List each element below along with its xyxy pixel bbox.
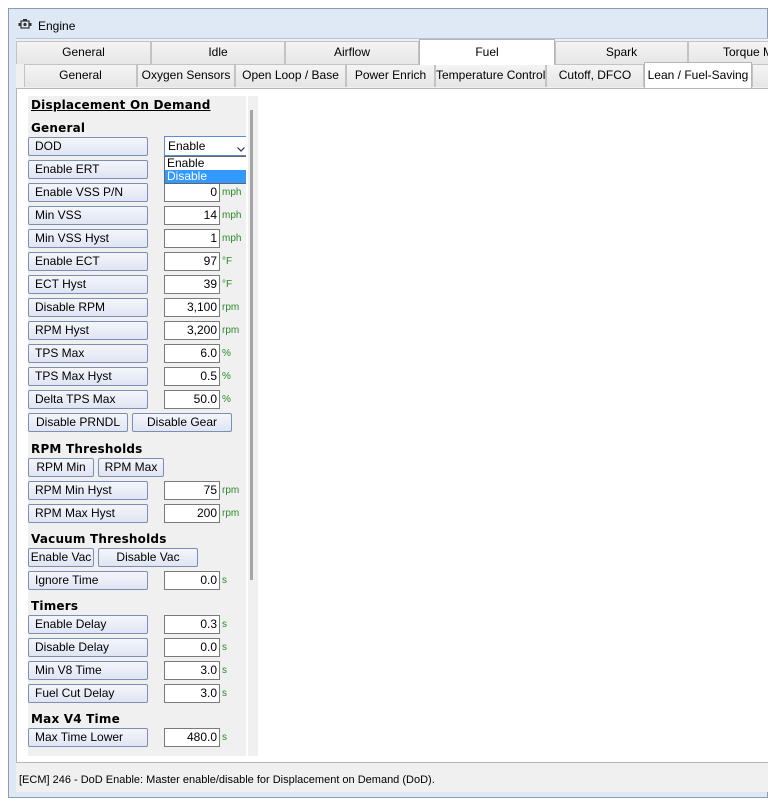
chevron-down-icon[interactable] xyxy=(236,141,246,152)
client-area: General Idle Airflow Fuel Spark Torque M… xyxy=(16,38,768,792)
dod-label-button[interactable]: DOD xyxy=(28,137,148,156)
tps-max-field[interactable]: 6.0 xyxy=(164,344,220,363)
timers-heading: Timers xyxy=(31,599,79,613)
disable-rpm-field[interactable]: 3,100 xyxy=(164,298,220,317)
tab-panel: Displacement On Demand General DOD Enabl… xyxy=(16,88,768,763)
fuel-cut-delay-button[interactable]: Fuel Cut Delay xyxy=(28,684,148,703)
disable-rpm-unit: rpm xyxy=(222,302,240,313)
enable-vss-pn-field[interactable]: 0 xyxy=(164,183,220,202)
engine-icon xyxy=(18,19,32,30)
rpm-max-hyst-button[interactable]: RPM Max Hyst xyxy=(28,504,148,523)
subtab-open-loop-base[interactable]: Open Loop / Base xyxy=(235,64,346,87)
ignore-time-unit: s xyxy=(222,575,227,586)
min-vss-unit: mph xyxy=(222,210,242,221)
ect-hyst-field[interactable]: 39 xyxy=(164,275,220,294)
subtab-general[interactable]: General xyxy=(24,64,137,87)
enable-ect-field[interactable]: 97 xyxy=(164,252,220,271)
disable-delay-field[interactable]: 0.0 xyxy=(164,638,220,657)
general-heading: General xyxy=(31,121,86,135)
tab-torque[interactable]: Torque Mo xyxy=(688,41,768,64)
tps-max-hyst-unit: % xyxy=(222,371,231,382)
fuel-cut-delay-unit: s xyxy=(222,688,227,699)
title-bar: Engine xyxy=(9,9,767,38)
min-vss-hyst-field[interactable]: 1 xyxy=(164,229,220,248)
rpm-thresholds-heading: RPM Thresholds xyxy=(31,442,143,456)
scrollbar-thumb[interactable] xyxy=(250,110,253,580)
enable-vac-button[interactable]: Enable Vac xyxy=(28,548,94,567)
max-time-lower-unit: s xyxy=(222,732,227,743)
max-v4-time-heading: Max V4 Time xyxy=(31,712,120,726)
tps-max-hyst-button[interactable]: TPS Max Hyst xyxy=(28,367,148,386)
tps-max-unit: % xyxy=(222,348,231,359)
ect-hyst-unit: °F xyxy=(222,279,233,290)
ignore-time-button[interactable]: Ignore Time xyxy=(28,571,148,590)
rpm-hyst-button[interactable]: RPM Hyst xyxy=(28,321,148,340)
rpm-max-hyst-unit: rpm xyxy=(222,508,240,519)
enable-ert-button[interactable]: Enable ERT xyxy=(28,160,148,179)
tab-fuel[interactable]: Fuel xyxy=(419,39,555,65)
ect-hyst-button[interactable]: ECT Hyst xyxy=(28,275,148,294)
subtab-overflow[interactable] xyxy=(752,64,768,87)
ignore-time-field[interactable]: 0.0 xyxy=(164,571,220,590)
enable-delay-unit: s xyxy=(222,619,227,630)
subtab-temperature-control[interactable]: Temperature Control xyxy=(435,64,546,87)
min-v8-time-button[interactable]: Min V8 Time xyxy=(28,661,148,680)
delta-tps-max-unit: % xyxy=(222,394,231,405)
main-tab-row: General Idle Airflow Fuel Spark Torque M… xyxy=(16,39,768,65)
disable-delay-unit: s xyxy=(222,642,227,653)
disable-rpm-button[interactable]: Disable RPM xyxy=(28,298,148,317)
tab-spark[interactable]: Spark xyxy=(555,41,688,64)
disable-gear-button[interactable]: Disable Gear xyxy=(132,413,232,432)
min-v8-time-unit: s xyxy=(222,665,227,676)
disable-delay-button[interactable]: Disable Delay xyxy=(28,638,148,657)
rpm-max-button[interactable]: RPM Max xyxy=(98,458,164,477)
vacuum-thresholds-heading: Vacuum Thresholds xyxy=(31,532,167,546)
rpm-hyst-unit: rpm xyxy=(222,325,240,336)
enable-vss-pn-unit: mph xyxy=(222,187,242,198)
status-bar: [ECM] 246 - DoD Enable: Master enable/di… xyxy=(16,769,768,791)
rpm-min-hyst-button[interactable]: RPM Min Hyst xyxy=(28,481,148,500)
rpm-hyst-field[interactable]: 3,200 xyxy=(164,321,220,340)
enable-delay-button[interactable]: Enable Delay xyxy=(28,615,148,634)
dod-select-value: Enable xyxy=(168,139,206,153)
tab-airflow[interactable]: Airflow xyxy=(285,41,419,64)
subtab-lean-fuel-saving[interactable]: Lean / Fuel-Saving xyxy=(644,62,752,88)
dod-settings-panel: Displacement On Demand General DOD Enabl… xyxy=(28,96,246,756)
max-time-lower-field[interactable]: 480.0 xyxy=(164,728,220,747)
subtab-power-enrich[interactable]: Power Enrich xyxy=(346,64,435,87)
tps-max-button[interactable]: TPS Max xyxy=(28,344,148,363)
enable-ect-unit: °F xyxy=(222,256,233,267)
subtab-oxygen-sensors[interactable]: Oxygen Sensors xyxy=(137,64,235,87)
rpm-min-hyst-unit: rpm xyxy=(222,485,240,496)
min-vss-field[interactable]: 14 xyxy=(164,206,220,225)
min-vss-button[interactable]: Min VSS xyxy=(28,206,148,225)
tps-max-hyst-field[interactable]: 0.5 xyxy=(164,367,220,386)
disable-vac-button[interactable]: Disable Vac xyxy=(98,548,198,567)
rpm-max-hyst-field[interactable]: 200 xyxy=(164,504,220,523)
min-v8-time-field[interactable]: 3.0 xyxy=(164,661,220,680)
window-title: Engine xyxy=(38,19,76,33)
vertical-scrollbar[interactable] xyxy=(248,96,258,756)
disable-prndl-button[interactable]: Disable PRNDL xyxy=(28,413,128,432)
max-time-lower-button[interactable]: Max Time Lower xyxy=(28,728,148,747)
rpm-min-button[interactable]: RPM Min xyxy=(28,458,94,477)
rpm-min-hyst-field[interactable]: 75 xyxy=(164,481,220,500)
tab-idle[interactable]: Idle xyxy=(151,41,285,64)
dod-option-disable[interactable]: Disable xyxy=(165,170,246,183)
fuel-cut-delay-field[interactable]: 3.0 xyxy=(164,684,220,703)
section-title: Displacement On Demand xyxy=(31,98,211,112)
subtab-cutoff-dfco[interactable]: Cutoff, DFCO xyxy=(546,64,644,87)
min-vss-hyst-button[interactable]: Min VSS Hyst xyxy=(28,229,148,248)
delta-tps-max-field[interactable]: 50.0 xyxy=(164,390,220,409)
enable-vss-pn-button[interactable]: Enable VSS P/N xyxy=(28,183,148,202)
dod-select[interactable]: Enable xyxy=(164,136,246,156)
fuel-subtab-row: General Oxygen Sensors Open Loop / Base … xyxy=(16,62,768,88)
engine-window: Engine General Idle Airflow Fuel Spark T… xyxy=(8,8,768,798)
enable-delay-field[interactable]: 0.3 xyxy=(164,615,220,634)
min-vss-hyst-unit: mph xyxy=(222,233,242,244)
tab-general[interactable]: General xyxy=(16,41,151,64)
delta-tps-max-button[interactable]: Delta TPS Max xyxy=(28,390,148,409)
enable-ect-button[interactable]: Enable ECT xyxy=(28,252,148,271)
dod-dropdown-list: Enable Disable xyxy=(164,156,246,184)
